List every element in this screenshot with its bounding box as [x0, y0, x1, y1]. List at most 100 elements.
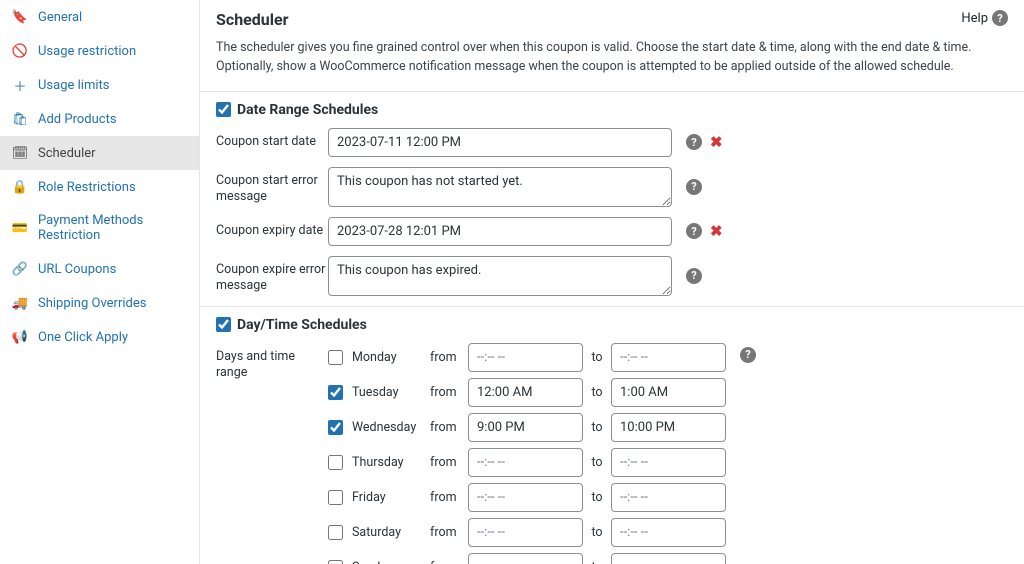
day-checkbox-sunday[interactable] [328, 560, 343, 564]
expire-error-input[interactable] [328, 256, 672, 296]
megaphone-icon: 📢 [12, 329, 28, 345]
help-icon[interactable]: ? [686, 134, 702, 150]
sidebar-item-url-coupons[interactable]: 🔗 URL Coupons [0, 252, 199, 286]
date-range-toggle[interactable] [216, 102, 231, 117]
divider [200, 306, 1024, 307]
from-label: from [430, 385, 462, 400]
day-checkbox-tuesday[interactable] [328, 385, 343, 400]
to-label: to [589, 350, 605, 365]
from-time-input-thursday[interactable] [468, 448, 583, 477]
day-label: Tuesday [352, 385, 424, 400]
from-label: from [430, 490, 462, 505]
day-checkbox-wednesday[interactable] [328, 420, 343, 435]
to-time-input-wednesday[interactable] [611, 413, 726, 442]
help-icon[interactable]: ? [686, 179, 702, 195]
sidebar-item-usage-restriction[interactable]: 🚫 Usage restriction [0, 34, 199, 68]
card-icon: 💳 [12, 220, 28, 236]
day-row-wednesday: Wednesday from to [328, 413, 726, 442]
day-row-saturday: Saturdayfromto [328, 518, 726, 547]
plus-icon: ＋ [12, 77, 28, 93]
sidebar-item-label: General [38, 10, 82, 25]
help-label: Help [961, 11, 988, 26]
sidebar-item-label: Shipping Overrides [38, 296, 146, 311]
day-time-section-heading: Day/Time Schedules [216, 317, 1008, 333]
help-icon[interactable]: ? [686, 223, 702, 239]
to-time-input-friday[interactable] [611, 483, 726, 512]
sidebar-item-role-restrictions[interactable]: 🔒 Role Restrictions [0, 170, 199, 204]
sidebar-item-label: One Click Apply [38, 330, 128, 345]
sidebar-item-payment-methods-restriction[interactable]: 💳 Payment Methods Restriction [0, 204, 199, 252]
to-time-input-monday[interactable] [611, 343, 726, 372]
bag-icon: 🛍 [12, 111, 28, 127]
help-link[interactable]: Help ? [961, 10, 1008, 26]
expiry-date-input[interactable] [328, 217, 672, 246]
day-row-tuesday: Tuesday from to [328, 378, 726, 407]
from-label: from [430, 525, 462, 540]
help-icon[interactable]: ? [740, 347, 756, 363]
days-range-label: Days and time range [216, 343, 328, 382]
start-error-input[interactable] [328, 167, 672, 207]
from-label: from [430, 455, 462, 470]
expire-error-label: Coupon expire error message [216, 256, 328, 295]
from-time-input-monday[interactable] [468, 343, 583, 372]
divider [200, 91, 1024, 92]
clear-expiry-date-icon[interactable]: ✖ [710, 222, 723, 240]
to-label: to [589, 385, 605, 400]
sidebar-item-label: Role Restrictions [38, 180, 136, 195]
day-checkbox-monday[interactable] [328, 350, 343, 365]
day-checkbox-thursday[interactable] [328, 455, 343, 470]
from-time-input-tuesday[interactable] [468, 378, 583, 407]
to-time-input-sunday[interactable] [611, 553, 726, 564]
expiry-date-label: Coupon expiry date [216, 217, 328, 239]
ban-icon: 🚫 [12, 43, 28, 59]
to-label: to [589, 560, 605, 564]
start-date-label: Coupon start date [216, 128, 328, 150]
sidebar-item-general[interactable]: 🔖 General [0, 0, 199, 34]
lock-icon: 🔒 [12, 179, 28, 195]
from-time-input-sunday[interactable] [468, 553, 583, 564]
from-label: from [430, 560, 462, 564]
sidebar-item-label: Scheduler [38, 146, 96, 161]
day-label: Wednesday [352, 420, 424, 435]
day-row-monday: Monday from to [328, 343, 726, 372]
sidebar-item-shipping-overrides[interactable]: 🚚Shipping Overrides [0, 286, 199, 320]
start-error-label: Coupon start error message [216, 167, 328, 206]
to-time-input-thursday[interactable] [611, 448, 726, 477]
to-time-input-saturday[interactable] [611, 518, 726, 547]
from-time-input-saturday[interactable] [468, 518, 583, 547]
sidebar: 🔖 General 🚫 Usage restriction ＋ Usage limits 🛍… [0, 0, 200, 564]
sidebar-item-label: Usage restriction [38, 44, 136, 59]
day-label: Friday [352, 490, 424, 505]
link-icon: 🔗 [12, 261, 28, 277]
from-label: from [430, 350, 462, 365]
calendar-icon: 🗓 [12, 145, 28, 161]
to-label: to [589, 455, 605, 470]
sidebar-item-one-click-apply[interactable]: 📢 One Click Apply [0, 320, 199, 354]
day-checkbox-saturday[interactable] [328, 525, 343, 540]
day-time-toggle[interactable] [216, 317, 231, 332]
sidebar-item-label: Payment Methods Restriction [38, 213, 187, 243]
from-time-input-wednesday[interactable] [468, 413, 583, 442]
sidebar-item-label: Usage limits [38, 78, 109, 93]
to-time-input-tuesday[interactable] [611, 378, 726, 407]
day-rows: Monday from to Tuesday from to Wednesday from to… [328, 343, 726, 564]
sidebar-item-label: URL Coupons [38, 262, 116, 277]
day-label: Thursday [352, 455, 424, 470]
sidebar-item-scheduler[interactable]: 🗓 Scheduler [0, 136, 199, 170]
from-label: from [430, 420, 462, 435]
start-date-input[interactable] [328, 128, 672, 157]
bookmark-icon: 🔖 [12, 9, 28, 25]
day-checkbox-friday[interactable] [328, 490, 343, 505]
sidebar-item-add-products[interactable]: 🛍Add Products [0, 102, 199, 136]
page-title: Scheduler [216, 10, 1008, 29]
day-label: Monday [352, 350, 424, 365]
day-label: Saturday [352, 525, 424, 540]
day-time-heading-text: Day/Time Schedules [237, 317, 367, 333]
main-panel: Help ? Scheduler The scheduler gives you… [200, 0, 1024, 564]
date-range-section-heading: Date Range Schedules [216, 102, 1008, 118]
clear-start-date-icon[interactable]: ✖ [710, 133, 723, 151]
from-time-input-friday[interactable] [468, 483, 583, 512]
help-icon[interactable]: ? [686, 268, 702, 284]
sidebar-item-usage-limits[interactable]: ＋ Usage limits [0, 68, 199, 102]
to-label: to [589, 420, 605, 435]
